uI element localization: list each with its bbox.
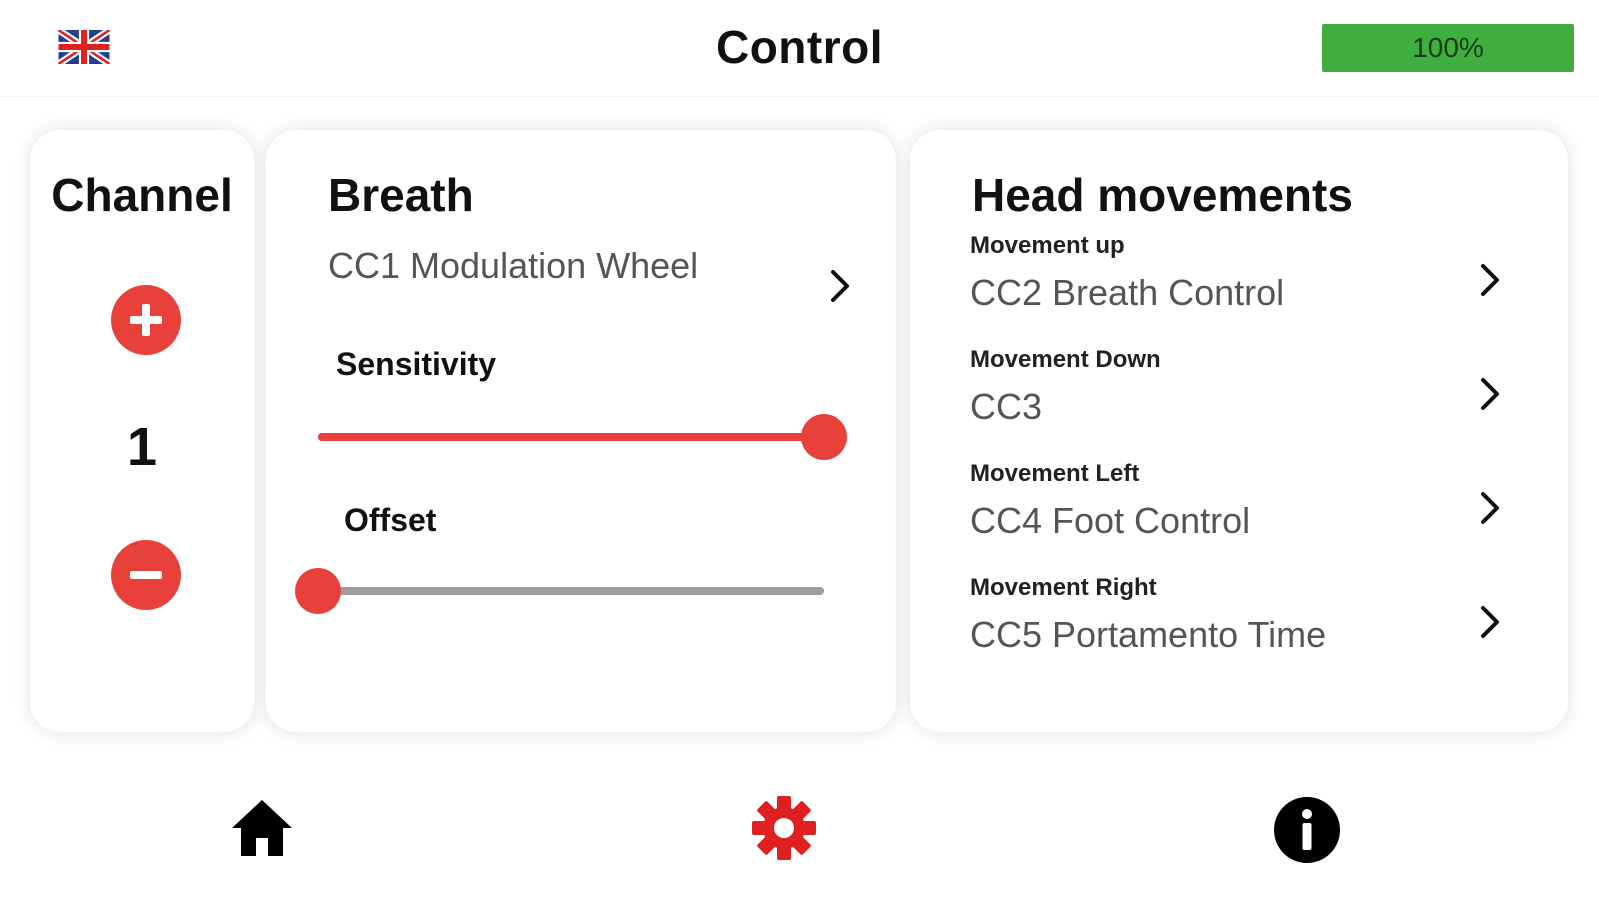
slider-fill [318,433,824,441]
movement-label: Movement Down [970,346,1161,373]
head-movements-card: Head movements Movement up CC2 Breath Co… [910,130,1568,732]
movement-label: Movement Right [970,574,1157,601]
movement-label: Movement up [970,232,1125,259]
movement-value: CC5 Portamento Time [970,614,1327,655]
movement-value: CC3 [970,386,1043,427]
battery-indicator: 100% [1322,24,1574,72]
movement-value: CC4 Foot Control [970,500,1251,541]
bottom-navigation [0,760,1599,900]
chevron-right-icon[interactable] [1478,260,1502,300]
slider-thumb[interactable] [801,414,847,460]
movement-label: Movement Left [970,460,1140,487]
channel-increment-button[interactable] [111,285,181,355]
chevron-right-icon[interactable] [1478,488,1502,528]
plus-icon [130,304,162,336]
channel-decrement-button[interactable] [111,540,181,610]
sensitivity-label: Sensitivity [336,346,497,382]
header: Control 100% [0,0,1599,97]
battery-percentage: 100% [1412,32,1484,63]
slider-thumb[interactable] [295,568,341,614]
slider-track [318,587,824,595]
chevron-right-icon[interactable] [1478,374,1502,414]
offset-label: Offset [344,502,437,538]
channel-value: 1 [126,417,158,477]
info-icon[interactable] [1273,796,1341,864]
chevron-right-icon[interactable] [828,266,852,306]
gear-icon[interactable] [750,794,818,862]
channel-card: Channel 1 [30,130,254,732]
header-divider [0,96,1599,97]
minus-icon [130,571,162,579]
breath-title: Breath [328,169,474,221]
channel-title: Channel [51,169,233,221]
breath-cc-selector[interactable]: CC1 Modulation Wheel [328,244,828,288]
chevron-right-icon[interactable] [1478,602,1502,642]
head-movements-title: Head movements [972,169,1353,221]
breath-card: Breath CC1 Modulation Wheel Sensitivity … [266,130,896,732]
movement-value: CC2 Breath Control [970,272,1285,313]
home-icon[interactable] [230,796,294,860]
